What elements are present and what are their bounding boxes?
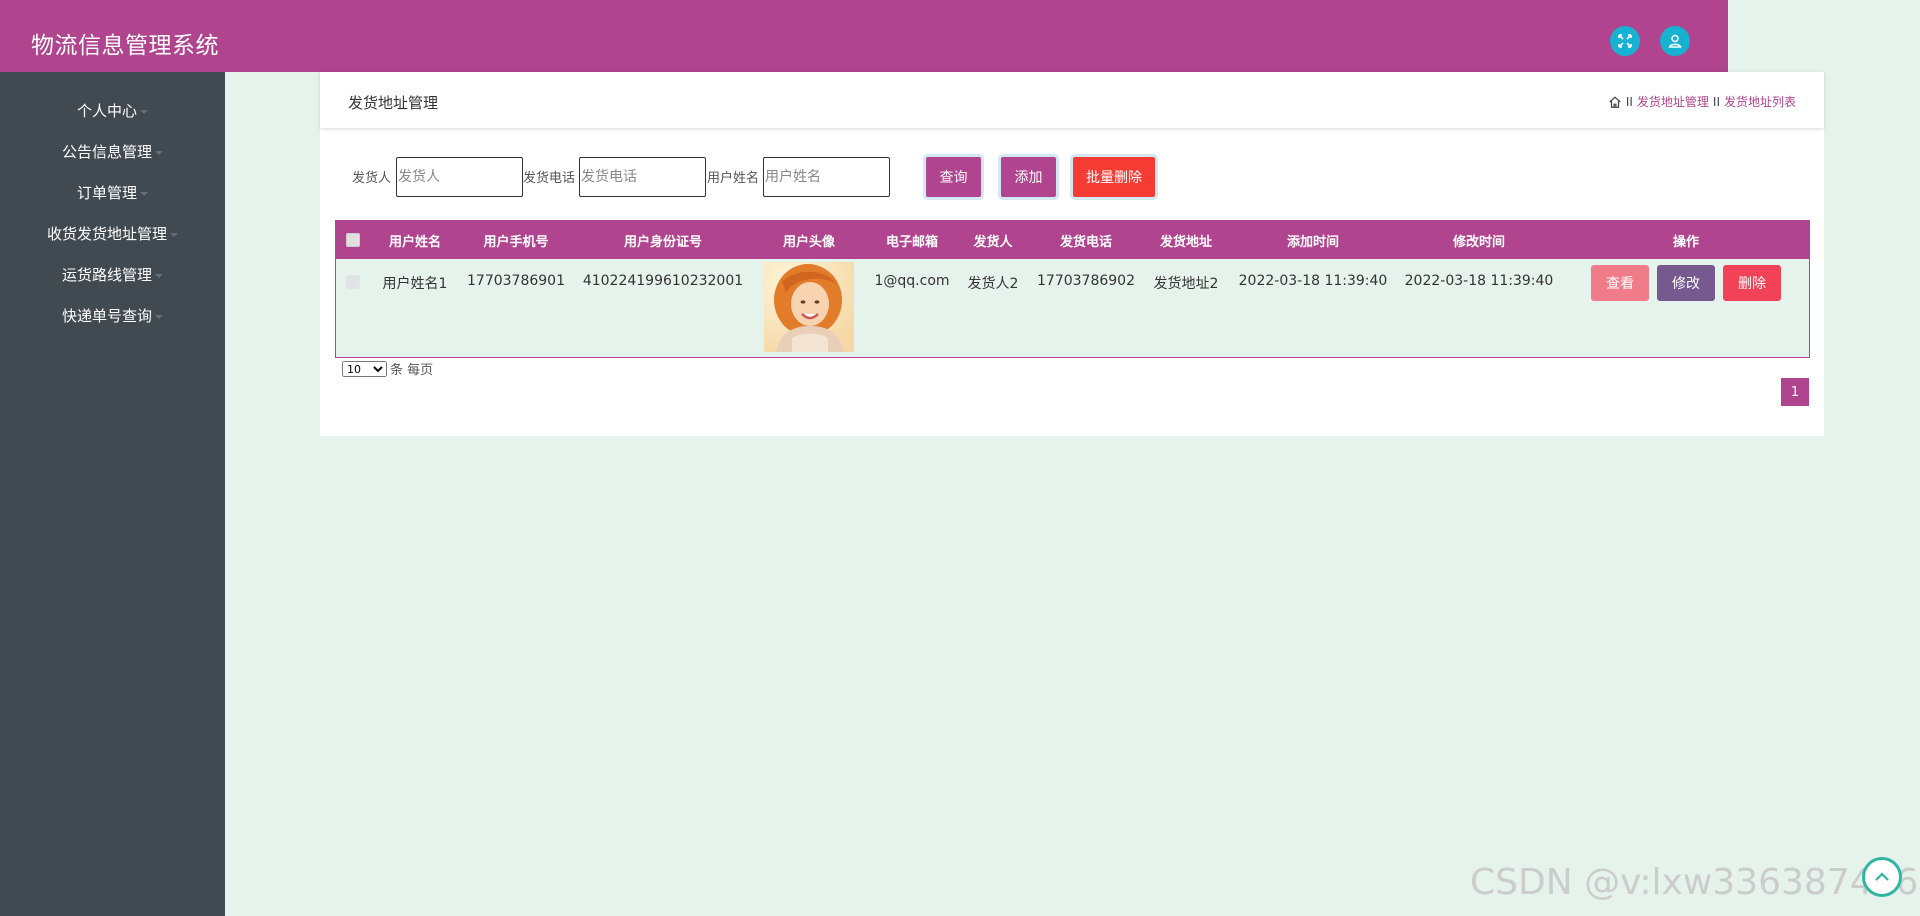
- row-checkbox[interactable]: [346, 275, 360, 289]
- username-label: 用户姓名: [707, 171, 760, 186]
- sidebar-item-address-management[interactable]: 收货发货地址管理: [0, 223, 225, 244]
- sidebar-item-label: 订单管理: [76, 184, 137, 202]
- sidebar-item-tracking-query[interactable]: 快递单号查询: [0, 305, 225, 326]
- column-header: 发货人: [973, 235, 1013, 250]
- caret-down-icon: [155, 314, 163, 319]
- home-icon[interactable]: [1608, 95, 1622, 109]
- cell-modified-time: 2022-03-18 11:39:40: [1404, 273, 1554, 289]
- cell-shipper: 发货人2: [967, 276, 1019, 292]
- sidebar-item-label: 快递单号查询: [61, 307, 152, 325]
- phone-input[interactable]: [579, 157, 706, 197]
- top-bar: 物流信息管理系统: [0, 0, 1728, 72]
- breadcrumb-separator: II: [1712, 94, 1720, 109]
- page-number-button[interactable]: 1: [1781, 378, 1809, 406]
- sidebar: 个人中心 公告信息管理 订单管理 收货发货地址管理 运货路线管理 快递单号查询: [0, 72, 225, 916]
- username-input[interactable]: [763, 157, 890, 197]
- sidebar-item-route-management[interactable]: 运货路线管理: [0, 264, 225, 285]
- breadcrumb-separator: II: [1625, 94, 1633, 109]
- cell-username: 用户姓名1: [382, 276, 448, 292]
- delete-button[interactable]: 删除: [1723, 265, 1781, 301]
- sidebar-item-personal-center[interactable]: 个人中心: [0, 100, 225, 121]
- breadcrumb-item-address-list[interactable]: 发货地址列表: [1724, 93, 1796, 110]
- panel-header: 发货地址管理 II 发货地址管理 II 发货地址列表: [320, 72, 1824, 128]
- watermark-text: CSDN @v:lxw33638746​68: [1470, 862, 1920, 903]
- user-avatar-image: [764, 262, 854, 352]
- column-header: 修改时间: [1452, 235, 1506, 250]
- column-header: 操作: [1672, 235, 1700, 250]
- column-header: 用户姓名: [388, 235, 442, 250]
- sidebar-item-order-management[interactable]: 订单管理: [0, 182, 225, 203]
- page-size-select[interactable]: 10: [342, 360, 387, 377]
- column-header: 发货地址: [1159, 235, 1213, 250]
- phone-label: 发货电话: [523, 171, 576, 186]
- add-button[interactable]: 添加: [1001, 157, 1056, 197]
- caret-down-icon: [140, 109, 148, 114]
- caret-down-icon: [140, 191, 148, 196]
- cell-ship-phone: 17703786902: [1037, 273, 1135, 289]
- table-row: 用户姓名1 17703786901 410224199610232001 1@q…: [336, 259, 1809, 357]
- shipper-label: 发货人: [352, 171, 392, 186]
- column-header: 用户身份证号: [623, 235, 703, 250]
- edit-button[interactable]: 修改: [1657, 265, 1715, 301]
- column-header: 用户头像: [782, 235, 836, 250]
- shipper-input[interactable]: [396, 157, 523, 197]
- data-table: 用户姓名 用户手机号 用户身份证号 用户头像 电子邮箱 发货人 发货电话 发货地…: [335, 220, 1810, 358]
- table-header: 用户姓名 用户手机号 用户身份证号 用户头像 电子邮箱 发货人 发货电话 发货地…: [336, 221, 1809, 259]
- column-header: 电子邮箱: [885, 235, 939, 250]
- caret-down-icon: [155, 150, 163, 155]
- sidebar-item-label: 公告信息管理: [61, 143, 152, 161]
- per-page-label: 条 每页: [390, 363, 434, 378]
- app-title: 物流信息管理系统: [31, 33, 219, 59]
- column-header: 用户手机号: [483, 235, 549, 250]
- column-header: 发货电话: [1059, 235, 1113, 250]
- scroll-top-icon[interactable]: [1862, 857, 1902, 897]
- caret-down-icon: [170, 232, 178, 237]
- cell-id-card: 410224199610232001: [582, 273, 744, 289]
- cell-phone: 17703786901: [467, 273, 565, 289]
- caret-down-icon: [155, 273, 163, 278]
- batch-delete-button[interactable]: 批量删除: [1073, 157, 1155, 197]
- view-button[interactable]: 查看: [1591, 265, 1649, 301]
- cell-email: 1@qq.com: [874, 273, 950, 289]
- sidebar-item-label: 运货路线管理: [61, 266, 152, 284]
- select-all-checkbox[interactable]: [346, 233, 360, 247]
- sidebar-item-label: 个人中心: [76, 102, 137, 120]
- query-button[interactable]: 查询: [926, 157, 981, 197]
- fullscreen-icon[interactable]: [1610, 26, 1640, 56]
- sidebar-item-label: 收货发货地址管理: [46, 225, 167, 243]
- sidebar-item-notice-management[interactable]: 公告信息管理: [0, 141, 225, 162]
- breadcrumb-item-address-management[interactable]: 发货地址管理: [1637, 93, 1709, 110]
- page-title: 发货地址管理: [348, 94, 439, 112]
- cell-ship-address: 发货地址2: [1153, 276, 1219, 292]
- column-header: 添加时间: [1286, 235, 1340, 250]
- page-size-control: 10 条 每页: [342, 359, 433, 378]
- breadcrumb: II 发货地址管理 II 发货地址列表: [1608, 93, 1796, 110]
- user-icon[interactable]: [1660, 26, 1690, 56]
- main-panel: 发货地址管理 II 发货地址管理 II 发货地址列表 发货人 发货电话 用户姓名…: [320, 72, 1824, 436]
- cell-created-time: 2022-03-18 11:39:40: [1238, 273, 1388, 289]
